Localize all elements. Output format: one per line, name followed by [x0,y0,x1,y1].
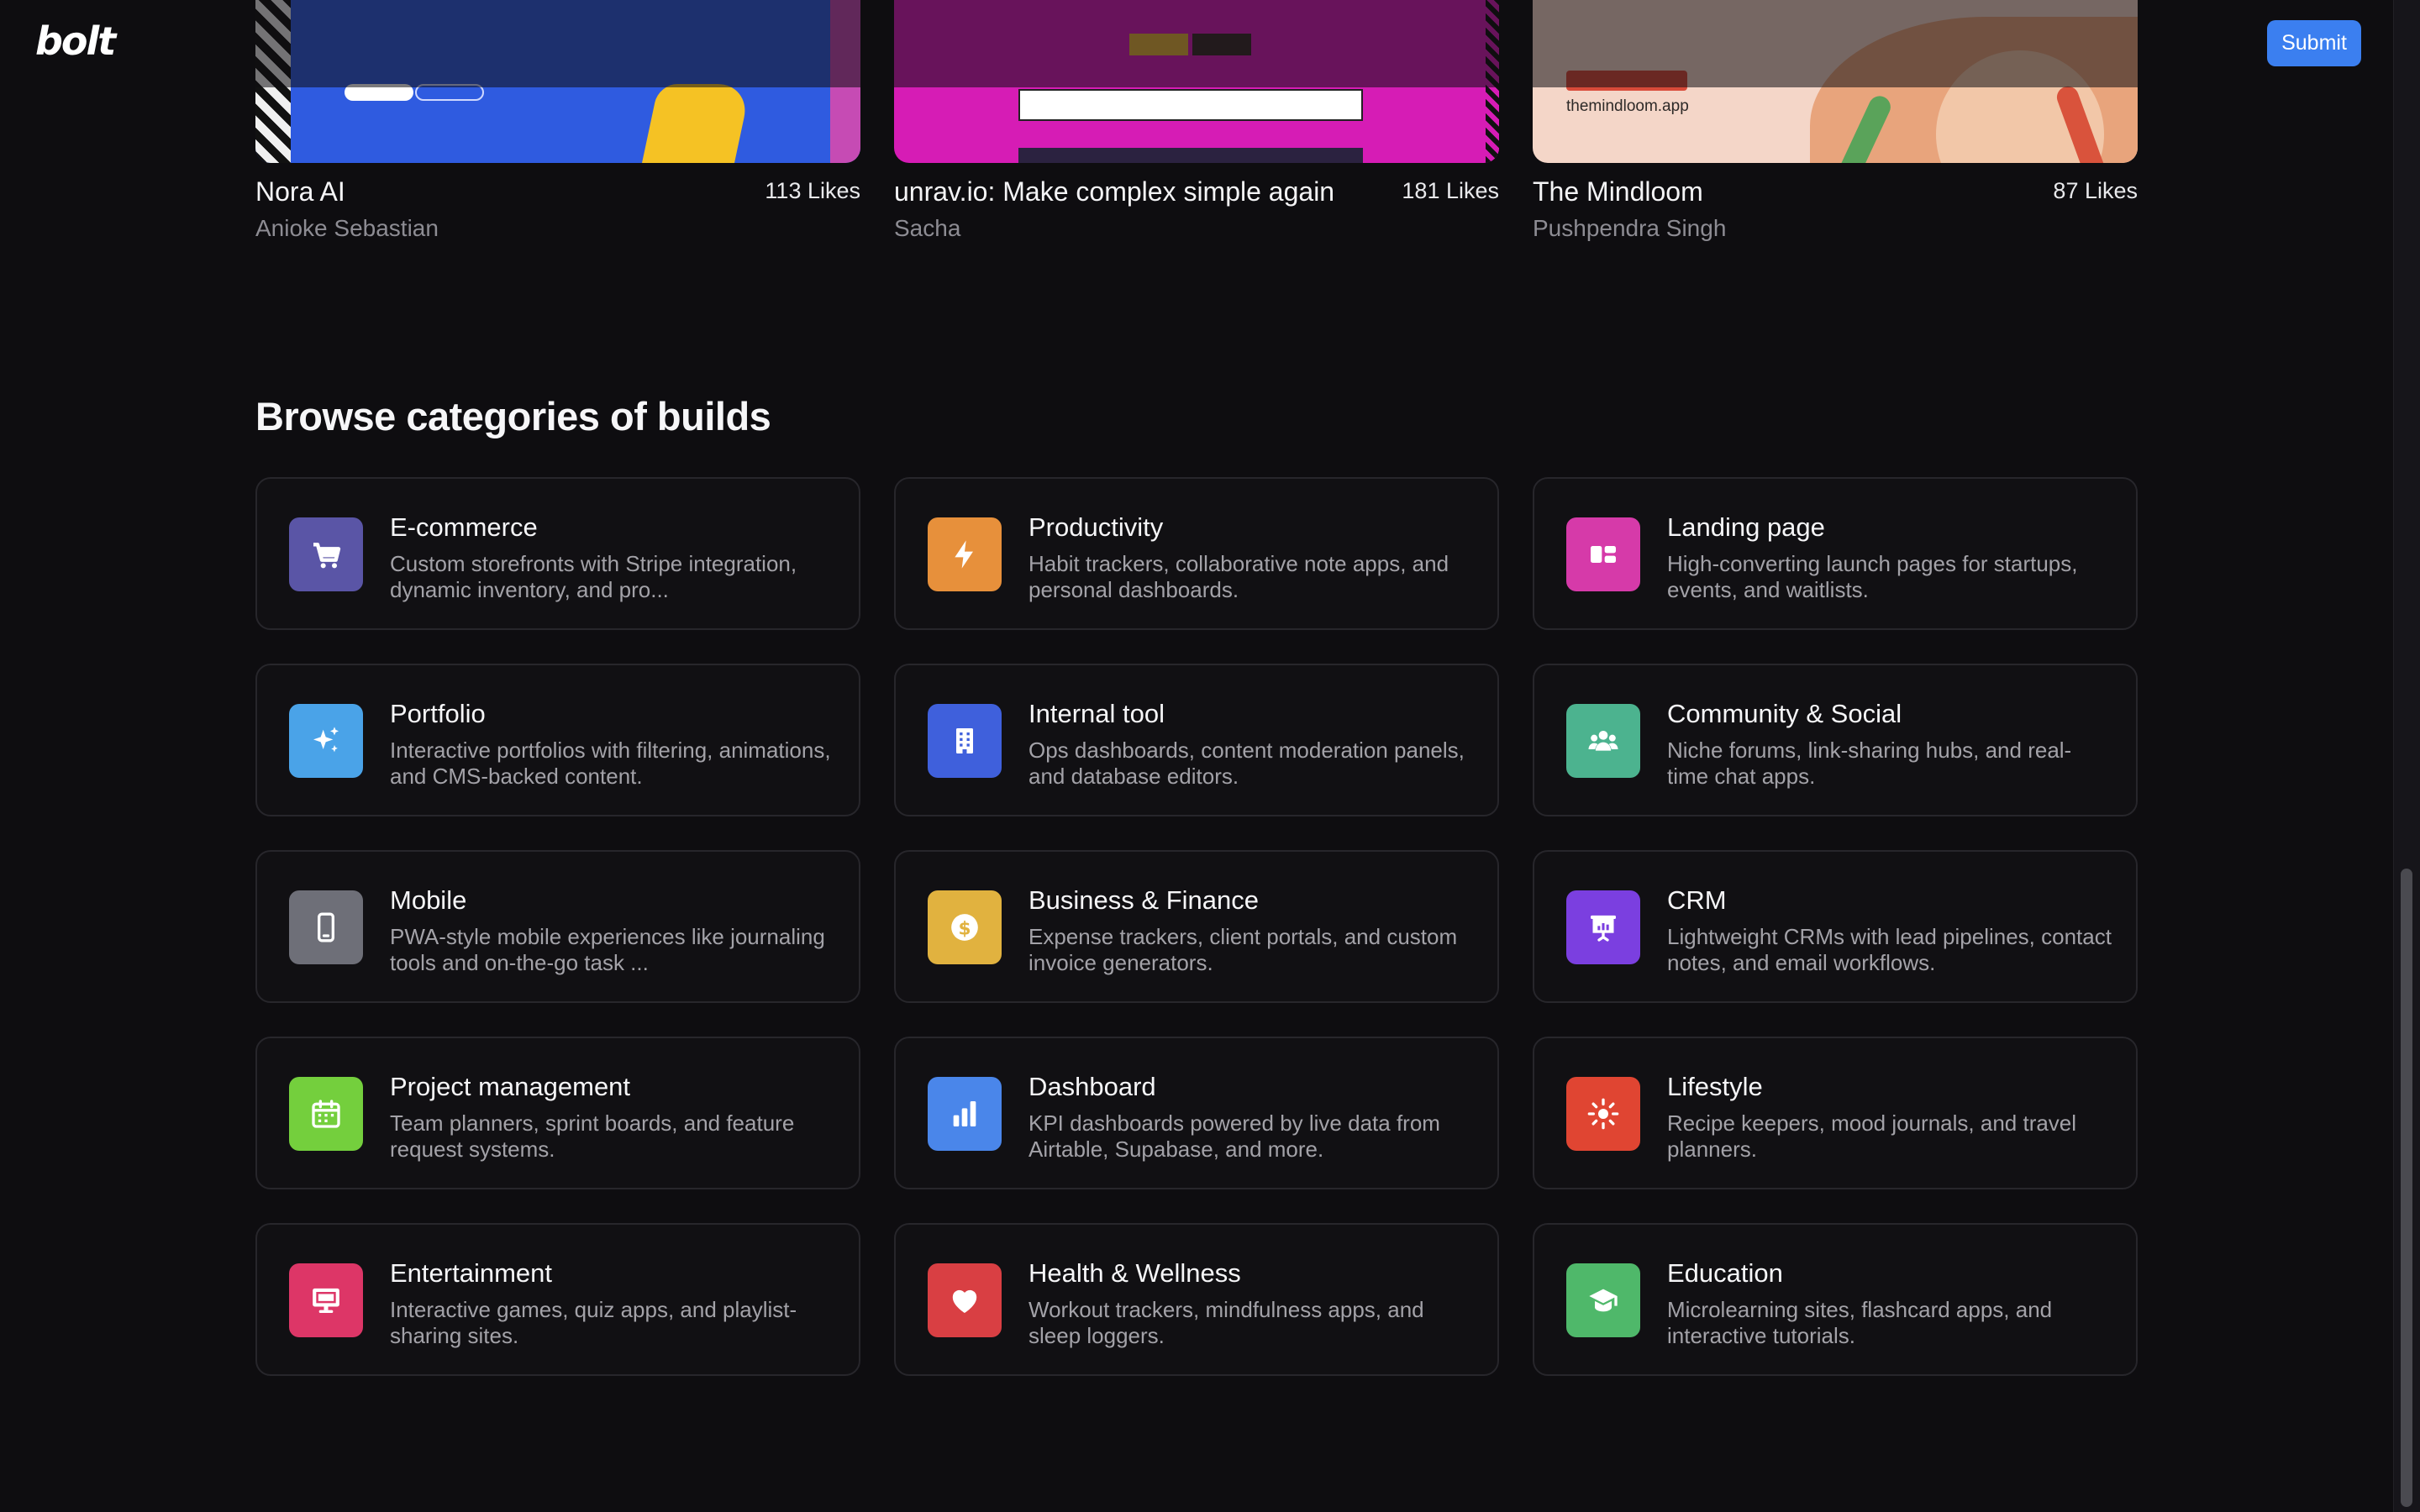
category-description: Interactive games, quiz apps, and playli… [390,1297,797,1348]
users-icon [1566,704,1640,778]
likes-count: 87 Likes [2053,178,2138,203]
scrollbar-thumb[interactable] [2401,869,2412,1507]
sun-icon [1566,1077,1640,1151]
project-thumbnail[interactable] [894,0,1499,163]
category-name: Internal tool [1028,699,1165,728]
category-name: E-commerce [390,512,538,542]
dollar-icon: $ [928,890,1002,964]
project-author: Pushpendra Singh [1533,215,1727,241]
category-card-health-and-wellness[interactable]: Health & Wellness Workout trackers, mindf… [894,1223,1499,1376]
project-title[interactable]: The Mindloom [1533,176,1703,207]
category-name: Entertainment [390,1258,552,1288]
category-name: Portfolio [390,699,486,728]
category-name: Project management [390,1072,631,1101]
category-card-project-management[interactable]: Project management Team planners, sprint … [255,1037,860,1189]
category-name: Health & Wellness [1028,1258,1241,1288]
category-name: Lifestyle [1667,1072,1763,1101]
category-description: High-converting launch pages for startup… [1667,551,2078,602]
category-description: Interactive portfolios with filtering, a… [390,738,831,789]
category-description: Custom storefronts with Stripe integrati… [390,551,797,602]
category-name: Productivity [1028,512,1164,542]
project-thumbnail[interactable]: themindloom.app [1533,0,2138,163]
category-card-business-and-finance[interactable]: $ Business & Finance Expense trackers, cli… [894,850,1499,1003]
heart-icon [928,1263,1002,1337]
category-description: Team planners, sprint boards, and featur… [390,1110,795,1162]
graduation-cap-icon [1566,1263,1640,1337]
project-title[interactable]: Nora AI [255,176,345,207]
category-description: Ops dashboards, content moderation panel… [1028,738,1465,789]
category-card-community-and-social[interactable]: Community & Social Niche forums, link-sha… [1533,664,2138,816]
category-description: PWA-style mobile experiences like journa… [390,924,825,975]
category-description: Workout trackers, mindfulness apps, and … [1028,1297,1424,1348]
calendar-icon [289,1077,363,1151]
bar-chart-icon [928,1077,1002,1151]
category-name: Dashboard [1028,1072,1156,1101]
category-description: Recipe keepers, mood journals, and trave… [1667,1110,2077,1162]
project-author: Sacha [894,215,961,241]
category-name: Community & Social [1667,699,1902,728]
section-title: Browse categories of builds [255,394,771,438]
category-description: Expense trackers, client portals, and cu… [1028,924,1458,975]
likes-count: 113 Likes [765,178,860,203]
category-grid: E-commerce Custom storefronts with Stripe… [255,477,2138,1376]
category-description: Habit trackers, collaborative note apps,… [1028,551,1449,602]
page-scrollbar[interactable] [2393,0,2420,1512]
project-title[interactable]: unrav.io: Make complex simple again [894,176,1334,207]
category-card-internal-tool[interactable]: Internal tool Ops dashboards, content mod… [894,664,1499,816]
bolt-logo[interactable]: bolt [35,18,116,64]
svg-text:$: $ [958,918,971,939]
project-author: Anioke Sebastian [255,215,439,241]
category-card-portfolio[interactable]: Portfolio Interactive portfolios with fil… [255,664,860,816]
category-card-education[interactable]: Education Microlearning sites, flashcard … [1533,1223,2138,1376]
category-name: CRM [1667,885,1727,915]
building-icon [928,704,1002,778]
sparkles-icon [289,704,363,778]
monitor-icon [289,1263,363,1337]
layout-icon [1566,517,1640,591]
category-card-e-commerce[interactable]: E-commerce Custom storefronts with Stripe… [255,477,860,630]
project-thumbnail[interactable] [255,0,860,163]
category-description: KPI dashboards powered by live data from… [1028,1110,1440,1162]
category-card-entertainment[interactable]: Entertainment Interactive games, quiz app… [255,1223,860,1376]
category-card-mobile[interactable]: Mobile PWA-style mobile experiences like … [255,850,860,1003]
category-card-landing-page[interactable]: Landing page High-converting launch pages… [1533,477,2138,630]
category-card-productivity[interactable]: Productivity Habit trackers, collaborativ… [894,477,1499,630]
submit-button[interactable]: Submit [2267,20,2361,66]
cart-icon [289,517,363,591]
category-card-dashboard[interactable]: Dashboard KPI dashboards powered by live … [894,1037,1499,1189]
category-card-lifestyle[interactable]: Lifestyle Recipe keepers, mood journals, … [1533,1037,2138,1189]
category-description: Microlearning sites, flashcard apps, and… [1667,1297,2053,1348]
presentation-icon [1566,890,1640,964]
category-name: Business & Finance [1028,885,1259,915]
lightning-icon [928,517,1002,591]
category-name: Landing page [1667,512,1825,542]
category-card-crm[interactable]: CRM Lightweight CRMs with lead pipelines,… [1533,850,2138,1003]
category-description: Niche forums, link-sharing hubs, and rea… [1667,738,2072,789]
category-description: Lightweight CRMs with lead pipelines, co… [1667,924,2112,975]
thumbnail-domain-text: themindloom.app [1566,97,1689,115]
category-name: Education [1667,1258,1783,1288]
likes-count: 181 Likes [1402,178,1499,203]
category-name: Mobile [390,885,467,915]
phone-icon [289,890,363,964]
